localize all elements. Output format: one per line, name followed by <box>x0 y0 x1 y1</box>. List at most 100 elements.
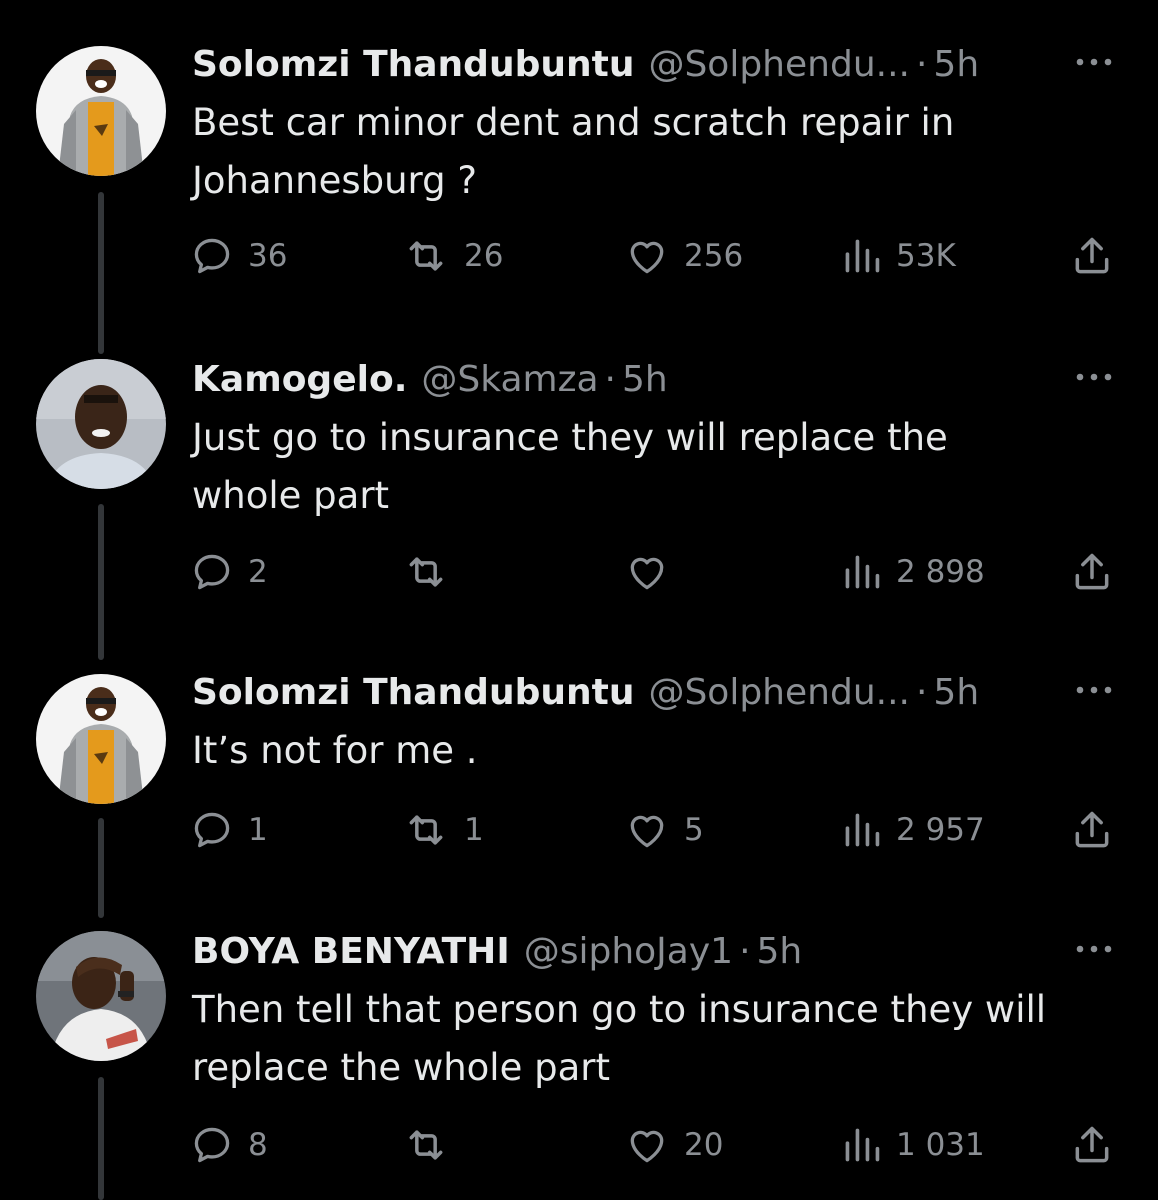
more-dots-icon[interactable] <box>1074 367 1114 387</box>
share-upload-icon <box>1075 1126 1109 1163</box>
retweet-count: 1 <box>464 812 484 848</box>
action-bar: 1 1 5 2 957 <box>190 806 1130 854</box>
views-bars-icon <box>845 239 880 273</box>
tweet-text-line: Just go to insurance they will replace t… <box>192 416 948 459</box>
views-button[interactable]: 2 898 <box>842 548 985 596</box>
more-dots-icon[interactable] <box>1074 680 1114 700</box>
timestamp[interactable]: 5h <box>933 670 979 716</box>
action-bar: 2 2 898 <box>190 548 1130 596</box>
tweet-text: Best car minor dent and scratch repair i… <box>192 94 1122 210</box>
views-bars-icon <box>845 1128 880 1162</box>
display-name[interactable]: Kamogelo. <box>192 357 407 403</box>
tweet[interactable]: BOYA BENYATHI @siphoJay1 · 5h Then tell … <box>0 929 1158 1200</box>
retweet-button[interactable]: 1 <box>402 806 484 854</box>
thread-line <box>98 818 104 918</box>
share-upload-icon <box>1075 811 1109 848</box>
reply-count: 2 <box>248 554 268 590</box>
like-button[interactable] <box>624 548 684 596</box>
tweet[interactable]: Solomzi Thandubuntu @Solphendu... · 5h B… <box>0 42 1158 354</box>
heart-icon <box>630 557 664 590</box>
retweet-icon <box>409 557 443 587</box>
tweet-text: Just go to insurance they will replace t… <box>192 409 1122 525</box>
separator-dot: · <box>739 931 751 972</box>
tweet-text-line: replace the whole part <box>192 1046 610 1089</box>
like-button[interactable]: 256 <box>624 232 743 280</box>
thread-line <box>98 1077 104 1200</box>
views-count: 2 898 <box>896 554 985 590</box>
avatar[interactable] <box>36 46 166 176</box>
reply-button[interactable]: 1 <box>190 806 268 854</box>
tweet-text-line: It’s not for me . <box>192 729 478 772</box>
avatar[interactable] <box>36 359 166 489</box>
action-bar: 36 26 256 53K <box>190 232 1130 280</box>
person-in-grey-hoodie-avatar <box>36 674 166 804</box>
retweet-button[interactable] <box>402 548 464 596</box>
person-in-grey-hoodie-avatar <box>36 46 166 176</box>
views-bars-icon <box>845 813 880 847</box>
action-bar: 8 20 1 031 <box>190 1121 1130 1169</box>
share-button[interactable] <box>1070 806 1114 854</box>
tweet-header: Solomzi Thandubuntu @Solphendu... · 5h <box>192 670 979 716</box>
reply-bubble-icon <box>194 1127 230 1163</box>
timestamp[interactable]: 5h <box>757 929 803 975</box>
reply-count: 1 <box>248 812 268 848</box>
share-button[interactable] <box>1070 548 1114 596</box>
like-button[interactable]: 20 <box>624 1121 723 1169</box>
tweet-header: Kamogelo. @Skamza · 5h <box>192 357 668 403</box>
views-button[interactable]: 2 957 <box>842 806 985 854</box>
display-name[interactable]: Solomzi Thandubuntu <box>192 42 634 88</box>
retweet-button[interactable]: 26 <box>402 232 503 280</box>
more-dots-icon[interactable] <box>1074 939 1114 959</box>
share-button[interactable] <box>1070 232 1114 280</box>
tweet-text: Then tell that person go to insurance th… <box>192 981 1122 1097</box>
heart-icon <box>630 241 664 274</box>
share-upload-icon <box>1075 237 1109 274</box>
views-button[interactable]: 53K <box>842 232 956 280</box>
tweet-header: BOYA BENYATHI @siphoJay1 · 5h <box>192 929 802 975</box>
person-selfie-avatar <box>36 359 166 489</box>
share-button[interactable] <box>1070 1121 1114 1169</box>
retweet-icon <box>409 815 443 845</box>
retweet-icon <box>409 241 443 271</box>
avatar[interactable] <box>36 931 166 1061</box>
tweet[interactable]: Solomzi Thandubuntu @Solphendu... · 5h I… <box>0 670 1158 920</box>
timestamp[interactable]: 5h <box>622 357 668 403</box>
retweet-count: 26 <box>464 238 504 274</box>
views-button[interactable]: 1 031 <box>842 1121 985 1169</box>
like-count: 256 <box>684 238 744 274</box>
user-handle[interactable]: @Skamza <box>421 357 598 403</box>
separator-dot: · <box>915 672 928 713</box>
thread-line <box>98 504 104 660</box>
tweet-text: It’s not for me . <box>192 722 1122 780</box>
reply-button[interactable]: 36 <box>190 232 287 280</box>
views-count: 1 031 <box>896 1127 985 1163</box>
reply-button[interactable]: 2 <box>190 548 268 596</box>
user-handle[interactable]: @Solphendu... <box>648 670 910 716</box>
user-handle[interactable]: @Solphendu... <box>648 42 910 88</box>
tweet-text-line: Then tell that person go to insurance th… <box>192 988 1047 1031</box>
user-handle[interactable]: @siphoJay1 <box>524 929 733 975</box>
reply-button[interactable]: 8 <box>190 1121 268 1169</box>
reply-bubble-icon <box>194 238 230 274</box>
like-count: 5 <box>684 812 704 848</box>
heart-icon <box>630 815 664 848</box>
like-count: 20 <box>684 1127 724 1163</box>
thread-line <box>98 192 104 354</box>
timestamp[interactable]: 5h <box>933 42 979 88</box>
tweet-text-line: Best car minor dent and scratch repair i… <box>192 101 955 144</box>
display-name[interactable]: Solomzi Thandubuntu <box>192 670 634 716</box>
views-count: 53K <box>896 238 956 274</box>
tweet-text-line: Johannesburg ? <box>192 159 477 202</box>
views-bars-icon <box>845 555 880 589</box>
avatar[interactable] <box>36 674 166 804</box>
person-in-white-jersey-avatar <box>36 931 166 1061</box>
more-dots-icon[interactable] <box>1074 52 1114 72</box>
like-button[interactable]: 5 <box>624 806 704 854</box>
separator-dot: · <box>604 359 616 400</box>
tweet[interactable]: Kamogelo. @Skamza · 5h Just go to insura… <box>0 357 1158 667</box>
retweet-button[interactable] <box>402 1121 464 1169</box>
reply-count: 36 <box>248 238 288 274</box>
heart-icon <box>630 1130 664 1163</box>
share-upload-icon <box>1075 553 1109 590</box>
display-name[interactable]: BOYA BENYATHI <box>192 929 510 975</box>
